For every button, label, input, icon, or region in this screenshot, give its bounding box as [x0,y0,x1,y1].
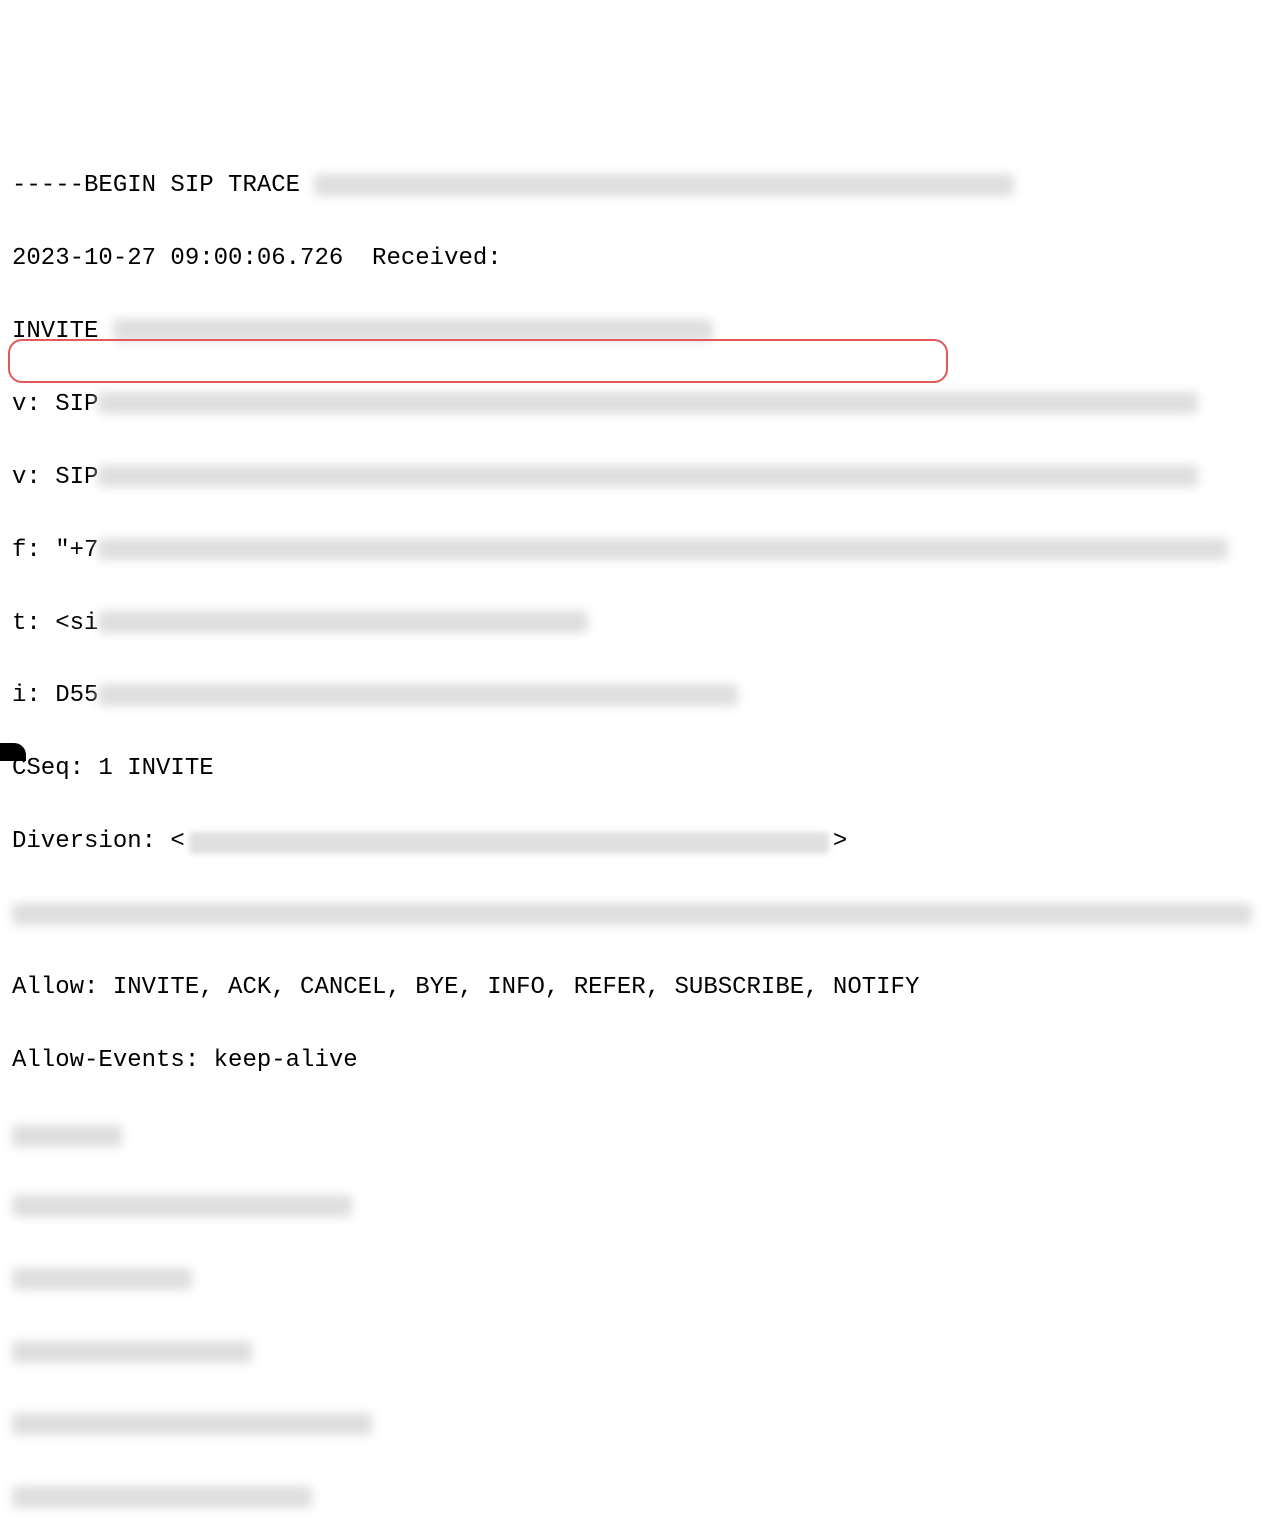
blurred-line [12,1189,1268,1225]
allow-events-text: Allow-Events: keep-alive [12,1047,358,1074]
redacted-block [12,1195,352,1217]
redacted-block [12,1413,372,1435]
redacted-block [98,465,1198,487]
timestamp-line: 2023-10-27 09:00:06.726 Received: [12,241,1268,277]
redacted-block [98,611,588,633]
redacted-block [12,903,1252,925]
allow-line: Allow: INVITE, ACK, CANCEL, BYE, INFO, R… [12,970,1268,1006]
cseq-text: CSeq: 1 INVITE [12,755,214,782]
redacted-block [12,1341,252,1363]
redacted-block [314,174,1014,196]
blurred-line [12,1408,1268,1444]
redacted-block [12,1268,192,1290]
redacted-block [98,392,1198,414]
to-text: t: <si [12,610,98,637]
from-text: f: "+7 [12,537,98,564]
invite-text: INVITE [12,318,113,345]
blurred-line [12,1262,1268,1298]
via1-text: v: SIP [12,391,98,418]
blurred-line [12,1116,1268,1152]
allow-events-line: Allow-Events: keep-alive [12,1043,1268,1079]
redacted-block [98,538,1228,560]
trace-begin-text: -----BEGIN SIP TRACE [12,172,314,199]
allow-text: Allow: INVITE, ACK, CANCEL, BYE, INFO, R… [12,974,919,1001]
redacted-block [98,684,738,706]
cseq-line: CSeq: 1 INVITE [12,751,1268,787]
callid-line: i: D55 [12,678,1268,714]
redacted-block [12,1486,312,1508]
invite-line: INVITE [12,314,1268,350]
to-line: t: <si [12,606,1268,642]
redacted-block [189,832,829,854]
blurred-line [12,897,1268,933]
via2-line: v: SIP [12,460,1268,496]
callid-text: i: D55 [12,682,98,709]
from-line: f: "+7 [12,533,1268,569]
blurred-line [12,1481,1268,1517]
diversion-suffix: > [833,824,847,860]
blurred-line [12,1335,1268,1371]
timestamp-text: 2023-10-27 09:00:06.726 Received: [12,245,502,272]
trace-begin-line: -----BEGIN SIP TRACE [12,168,1268,204]
via1-line: v: SIP [12,387,1268,423]
diversion-line: Diversion: < > [12,824,1268,860]
diversion-prefix: Diversion: < [12,824,185,860]
redacted-block [113,319,713,341]
redacted-block [12,1125,122,1147]
via2-text: v: SIP [12,464,98,491]
bottom-corner-decoration [0,743,26,761]
